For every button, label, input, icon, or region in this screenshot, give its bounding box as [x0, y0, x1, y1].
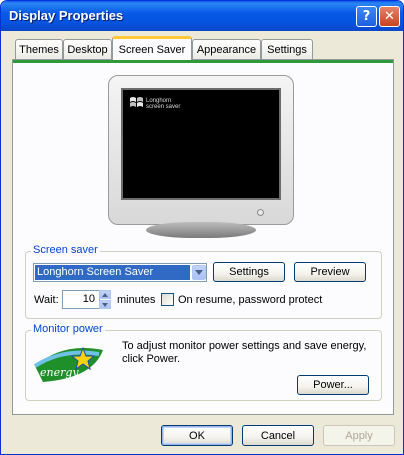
screen-saver-selected: Longhorn Screen Saver: [35, 265, 190, 280]
title-bar[interactable]: Display Properties ? ✕: [1, 1, 403, 31]
help-button[interactable]: ?: [356, 6, 377, 27]
password-protect-checkbox[interactable]: [161, 293, 174, 306]
power-description: To adjust monitor power settings and sav…: [122, 340, 367, 365]
preview-screen: Longhorn screen saver: [121, 88, 281, 200]
password-protect-label[interactable]: On resume, password protect: [178, 294, 322, 306]
ok-button[interactable]: OK: [161, 425, 233, 446]
monitor-bezel: Longhorn screen saver: [108, 75, 294, 225]
preview-logo-text: Longhorn screen saver: [146, 98, 180, 110]
monitor-power-group-label: Monitor power: [31, 323, 105, 335]
windows-logo-icon: [129, 96, 145, 113]
display-properties-window: Display Properties ? ✕ Themes Desktop Sc…: [0, 0, 404, 455]
tab-panel-accent: [13, 60, 393, 63]
tab-screen-saver[interactable]: Screen Saver: [112, 36, 192, 60]
apply-button[interactable]: Apply: [323, 425, 395, 446]
screen-saver-dropdown[interactable]: Longhorn Screen Saver: [33, 263, 207, 282]
monitor-stand: [146, 222, 256, 238]
close-button[interactable]: ✕: [379, 6, 400, 27]
svg-text:energy: energy: [40, 366, 79, 379]
tab-themes[interactable]: Themes: [15, 39, 63, 59]
preview-line-2: screen saver: [146, 104, 181, 110]
monitor-preview: Longhorn screen saver: [108, 75, 294, 239]
window-title: Display Properties: [9, 8, 124, 23]
preview-button[interactable]: Preview: [294, 262, 366, 282]
tab-desktop[interactable]: Desktop: [63, 39, 112, 59]
settings-button[interactable]: Settings: [213, 262, 285, 282]
spin-up-icon[interactable]: [99, 290, 111, 299]
screen-saver-group-label: Screen saver: [31, 244, 100, 256]
tab-settings[interactable]: Settings: [261, 39, 313, 59]
wait-label: Wait:: [34, 294, 59, 306]
energy-star-logo-icon: energy: [33, 342, 105, 387]
dropdown-arrow-icon[interactable]: [192, 265, 206, 280]
power-led-icon: [257, 209, 264, 216]
tab-appearance[interactable]: Appearance: [192, 39, 261, 59]
spin-down-icon[interactable]: [99, 300, 111, 309]
cancel-button[interactable]: Cancel: [242, 425, 314, 446]
wait-spinner[interactable]: [99, 290, 111, 309]
wait-minutes-input[interactable]: 10: [62, 290, 100, 309]
minutes-label: minutes: [117, 294, 156, 306]
power-button[interactable]: Power...: [297, 375, 369, 395]
